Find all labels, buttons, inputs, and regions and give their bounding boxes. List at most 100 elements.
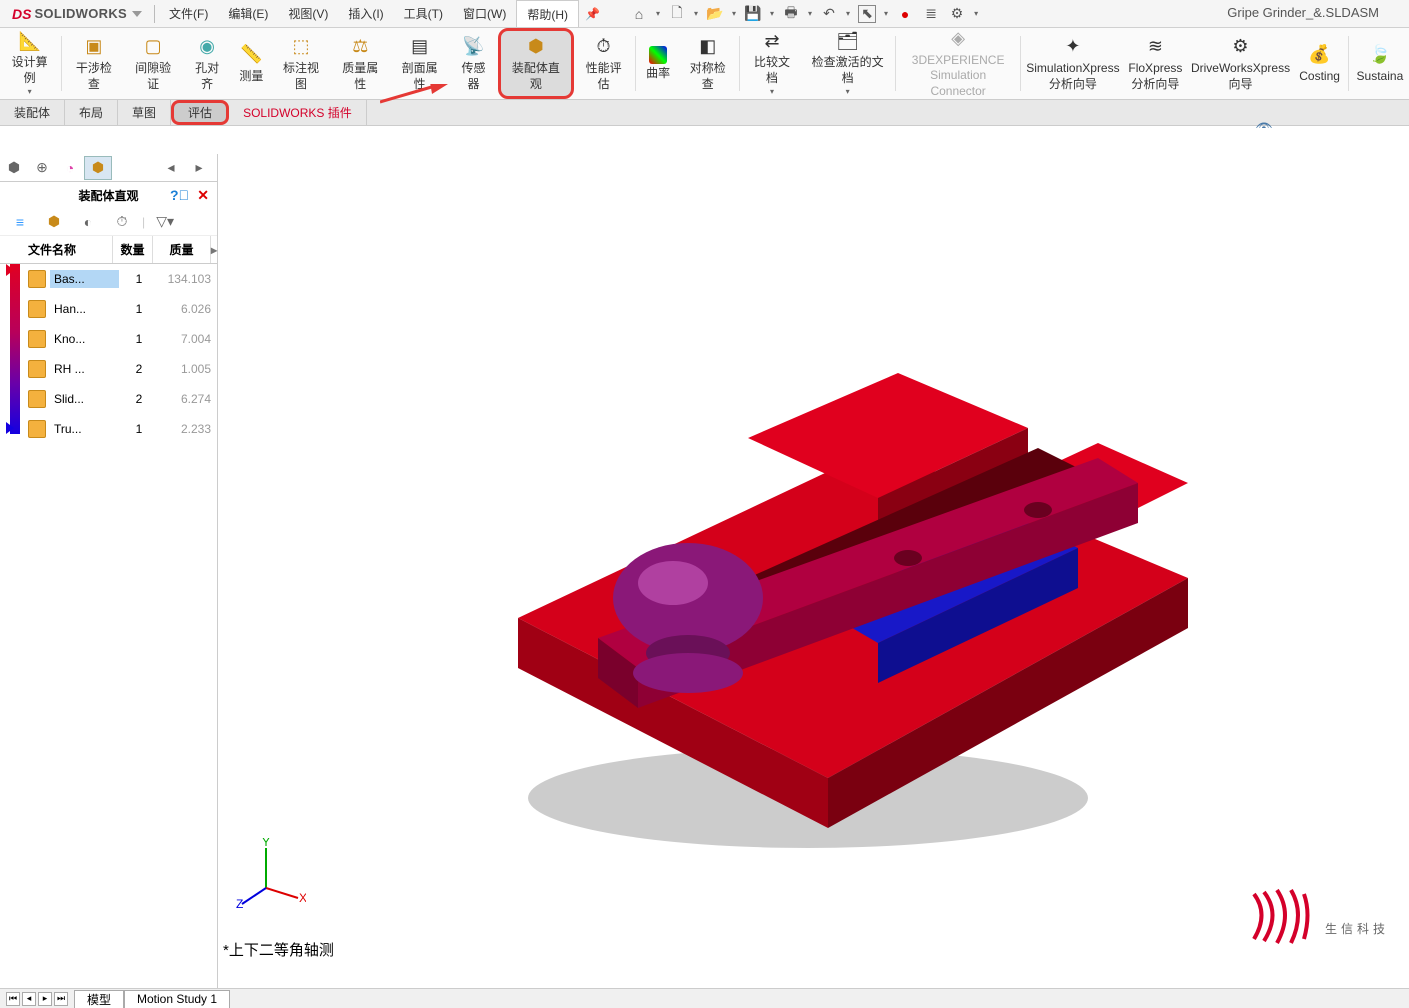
tab-first-icon[interactable]: ⏮ <box>6 992 20 1006</box>
curvature-button[interactable]: 曲率 <box>638 28 678 99</box>
orientation-triad[interactable]: Y X Z <box>236 838 306 908</box>
gradient-min-marker[interactable] <box>6 422 14 434</box>
dim-view-button[interactable]: ⬚标注视图 <box>271 28 330 99</box>
logo-dropdown-icon[interactable] <box>132 11 142 17</box>
tab-addins[interactable]: SOLIDWORKS 插件 <box>229 100 367 125</box>
sustain-button[interactable]: 🍃Sustaina <box>1351 28 1409 99</box>
tab-layout[interactable]: 布局 <box>65 100 118 125</box>
menu-help[interactable]: 帮助(H) <box>516 0 579 27</box>
hole-align-button[interactable]: ◉孔对齐 <box>183 28 232 99</box>
list-item[interactable]: RH ...21.005 <box>0 354 217 384</box>
flat-nested-icon[interactable]: ≡ <box>6 210 34 234</box>
part-icon <box>28 360 46 378</box>
col-qty[interactable]: 数量 <box>113 236 153 263</box>
interference-button[interactable]: ▣干涉检查 <box>64 28 123 99</box>
list-item[interactable]: Bas...1134.103 <box>0 264 217 294</box>
app-logo[interactable]: DS SOLIDWORKS <box>4 6 150 22</box>
cell-qty: 2 <box>119 392 159 406</box>
print-icon[interactable]: 🖶 <box>782 5 800 23</box>
select-icon[interactable]: ⬉ <box>858 5 876 23</box>
panel-tab-property-icon[interactable]: ⊕ <box>28 156 56 180</box>
tab-prev-icon[interactable]: ◂ <box>22 992 36 1006</box>
panel-prev-icon[interactable]: ◂ <box>157 156 185 180</box>
clearance-button[interactable]: ▢间隙验证 <box>124 28 183 99</box>
menu-tools[interactable]: 工具(T) <box>394 0 453 27</box>
cell-qty: 1 <box>119 422 159 436</box>
tab-sketch[interactable]: 草图 <box>118 100 171 125</box>
performance-icon[interactable]: ⏱ <box>108 210 136 234</box>
sensors-button[interactable]: 📡传感器 <box>449 28 498 99</box>
list-item[interactable]: Tru...12.233 <box>0 414 217 444</box>
gradient-bar[interactable] <box>10 264 20 434</box>
panel-columns: 文件名称 数量 质量 ▸ <box>0 236 217 264</box>
cell-mass: 6.026 <box>159 302 217 316</box>
undo-icon[interactable]: ↶ <box>820 5 838 23</box>
measure-button[interactable]: 📏测量 <box>231 28 271 99</box>
panel-toolbar: ≡ ⬢ ◐ ⏱ | ▽▾ <box>0 208 217 236</box>
bottom-tab-motion[interactable]: Motion Study 1 <box>124 990 230 1008</box>
add-column-icon[interactable]: ▸ <box>211 243 217 257</box>
col-mass[interactable]: 质量 <box>153 236 211 263</box>
ribbon-toolbar: 📐设计算例▾ ▣干涉检查 ▢间隙验证 ◉孔对齐 📏测量 ⬚标注视图 ⚖质量属性 … <box>0 28 1409 100</box>
floxpress-button[interactable]: ≋FloXpress分析向导 <box>1123 28 1188 99</box>
home-icon[interactable]: ⌂ <box>630 5 648 23</box>
panel-list: Bas...1134.103Han...16.026Kno...17.004RH… <box>0 264 217 988</box>
pin-icon[interactable]: 📌 <box>585 7 600 21</box>
panel-next-icon[interactable]: ▸ <box>185 156 213 180</box>
list-item[interactable]: Slid...26.274 <box>0 384 217 414</box>
assembly-visualization-button[interactable]: ⬢装配体直观 <box>498 28 574 99</box>
help-icon[interactable]: ?⃝ <box>170 187 189 203</box>
menu-insert[interactable]: 插入(I) <box>338 0 393 27</box>
costing-button[interactable]: 💰Costing <box>1293 28 1346 99</box>
section-props-button[interactable]: ▤剖面属性 <box>390 28 449 99</box>
graphics-viewport[interactable]: Y X Z *上下二等角轴测 生信科技 <box>218 128 1409 988</box>
panel-tab-asmvis-icon[interactable]: ⬢ <box>84 156 112 180</box>
options-icon[interactable]: ≣ <box>922 5 940 23</box>
driveworks-button[interactable]: ⚙DriveWorksXpress向导 <box>1188 28 1293 99</box>
perf-eval-button[interactable]: ⏱性能评估 <box>574 28 633 99</box>
tab-assembly[interactable]: 装配体 <box>0 100 65 125</box>
menu-window[interactable]: 窗口(W) <box>453 0 516 27</box>
design-study-icon: 📐 <box>18 30 42 53</box>
filter-icon[interactable]: ▽▾ <box>151 210 179 234</box>
simxpress-button[interactable]: ✦SimulationXpress分析向导 <box>1023 28 1123 99</box>
settings-icon[interactable]: ⚙ <box>948 5 966 23</box>
list-item[interactable]: Han...16.026 <box>0 294 217 324</box>
bottom-tab-model[interactable]: 模型 <box>74 990 124 1008</box>
col-filename[interactable]: 文件名称 <box>0 236 113 263</box>
menu-view[interactable]: 视图(V) <box>278 0 338 27</box>
bottom-tab-bar: ⏮ ◂ ▸ ⏭ 模型 Motion Study 1 <box>0 988 1409 1008</box>
part-icon <box>28 300 46 318</box>
sensors-icon: 📡 <box>462 35 486 59</box>
compare-icon: ⇄ <box>760 30 784 53</box>
menu-file[interactable]: 文件(F) <box>159 0 218 27</box>
tab-next-icon[interactable]: ▸ <box>38 992 52 1006</box>
mass-props-button[interactable]: ⚖质量属性 <box>331 28 390 99</box>
menu-edit[interactable]: 编辑(E) <box>218 0 278 27</box>
cell-name: Slid... <box>50 390 119 408</box>
cell-name: Bas... <box>50 270 119 288</box>
check-activated-button[interactable]: 🗂检查激活的文档▾ <box>802 28 894 99</box>
design-study-button[interactable]: 📐设计算例▾ <box>0 28 59 99</box>
tab-last-icon[interactable]: ⏭ <box>54 992 68 1006</box>
gradient-max-marker[interactable] <box>6 264 14 276</box>
cell-qty: 2 <box>119 362 159 376</box>
list-item[interactable]: Kno...17.004 <box>0 324 217 354</box>
rebuild-icon[interactable]: ● <box>896 5 914 23</box>
symmetry-icon: ◧ <box>696 35 720 59</box>
open-icon[interactable]: 📂 <box>706 5 724 23</box>
save-icon[interactable]: 💾 <box>744 5 762 23</box>
watermark-text: 生信科技 <box>1325 887 1389 945</box>
new-icon[interactable]: 🗋 <box>668 5 686 23</box>
grouped-icon[interactable]: ⬢ <box>40 210 68 234</box>
panel-tab-feature-icon[interactable]: ⬢ <box>0 156 28 180</box>
panel-tab-config-icon[interactable]: ◔ <box>56 156 84 180</box>
tab-evaluate[interactable]: 评估 <box>171 100 229 125</box>
compare-button[interactable]: ⇄比较文档▾ <box>742 28 801 99</box>
interference-icon: ▣ <box>82 35 106 59</box>
close-icon[interactable]: ✕ <box>197 187 209 204</box>
cell-qty: 1 <box>119 332 159 346</box>
value-bars-icon[interactable]: ◐ <box>74 210 102 234</box>
assembly-model[interactable] <box>398 258 1218 878</box>
symmetry-button[interactable]: ◧对称检查 <box>678 28 737 99</box>
